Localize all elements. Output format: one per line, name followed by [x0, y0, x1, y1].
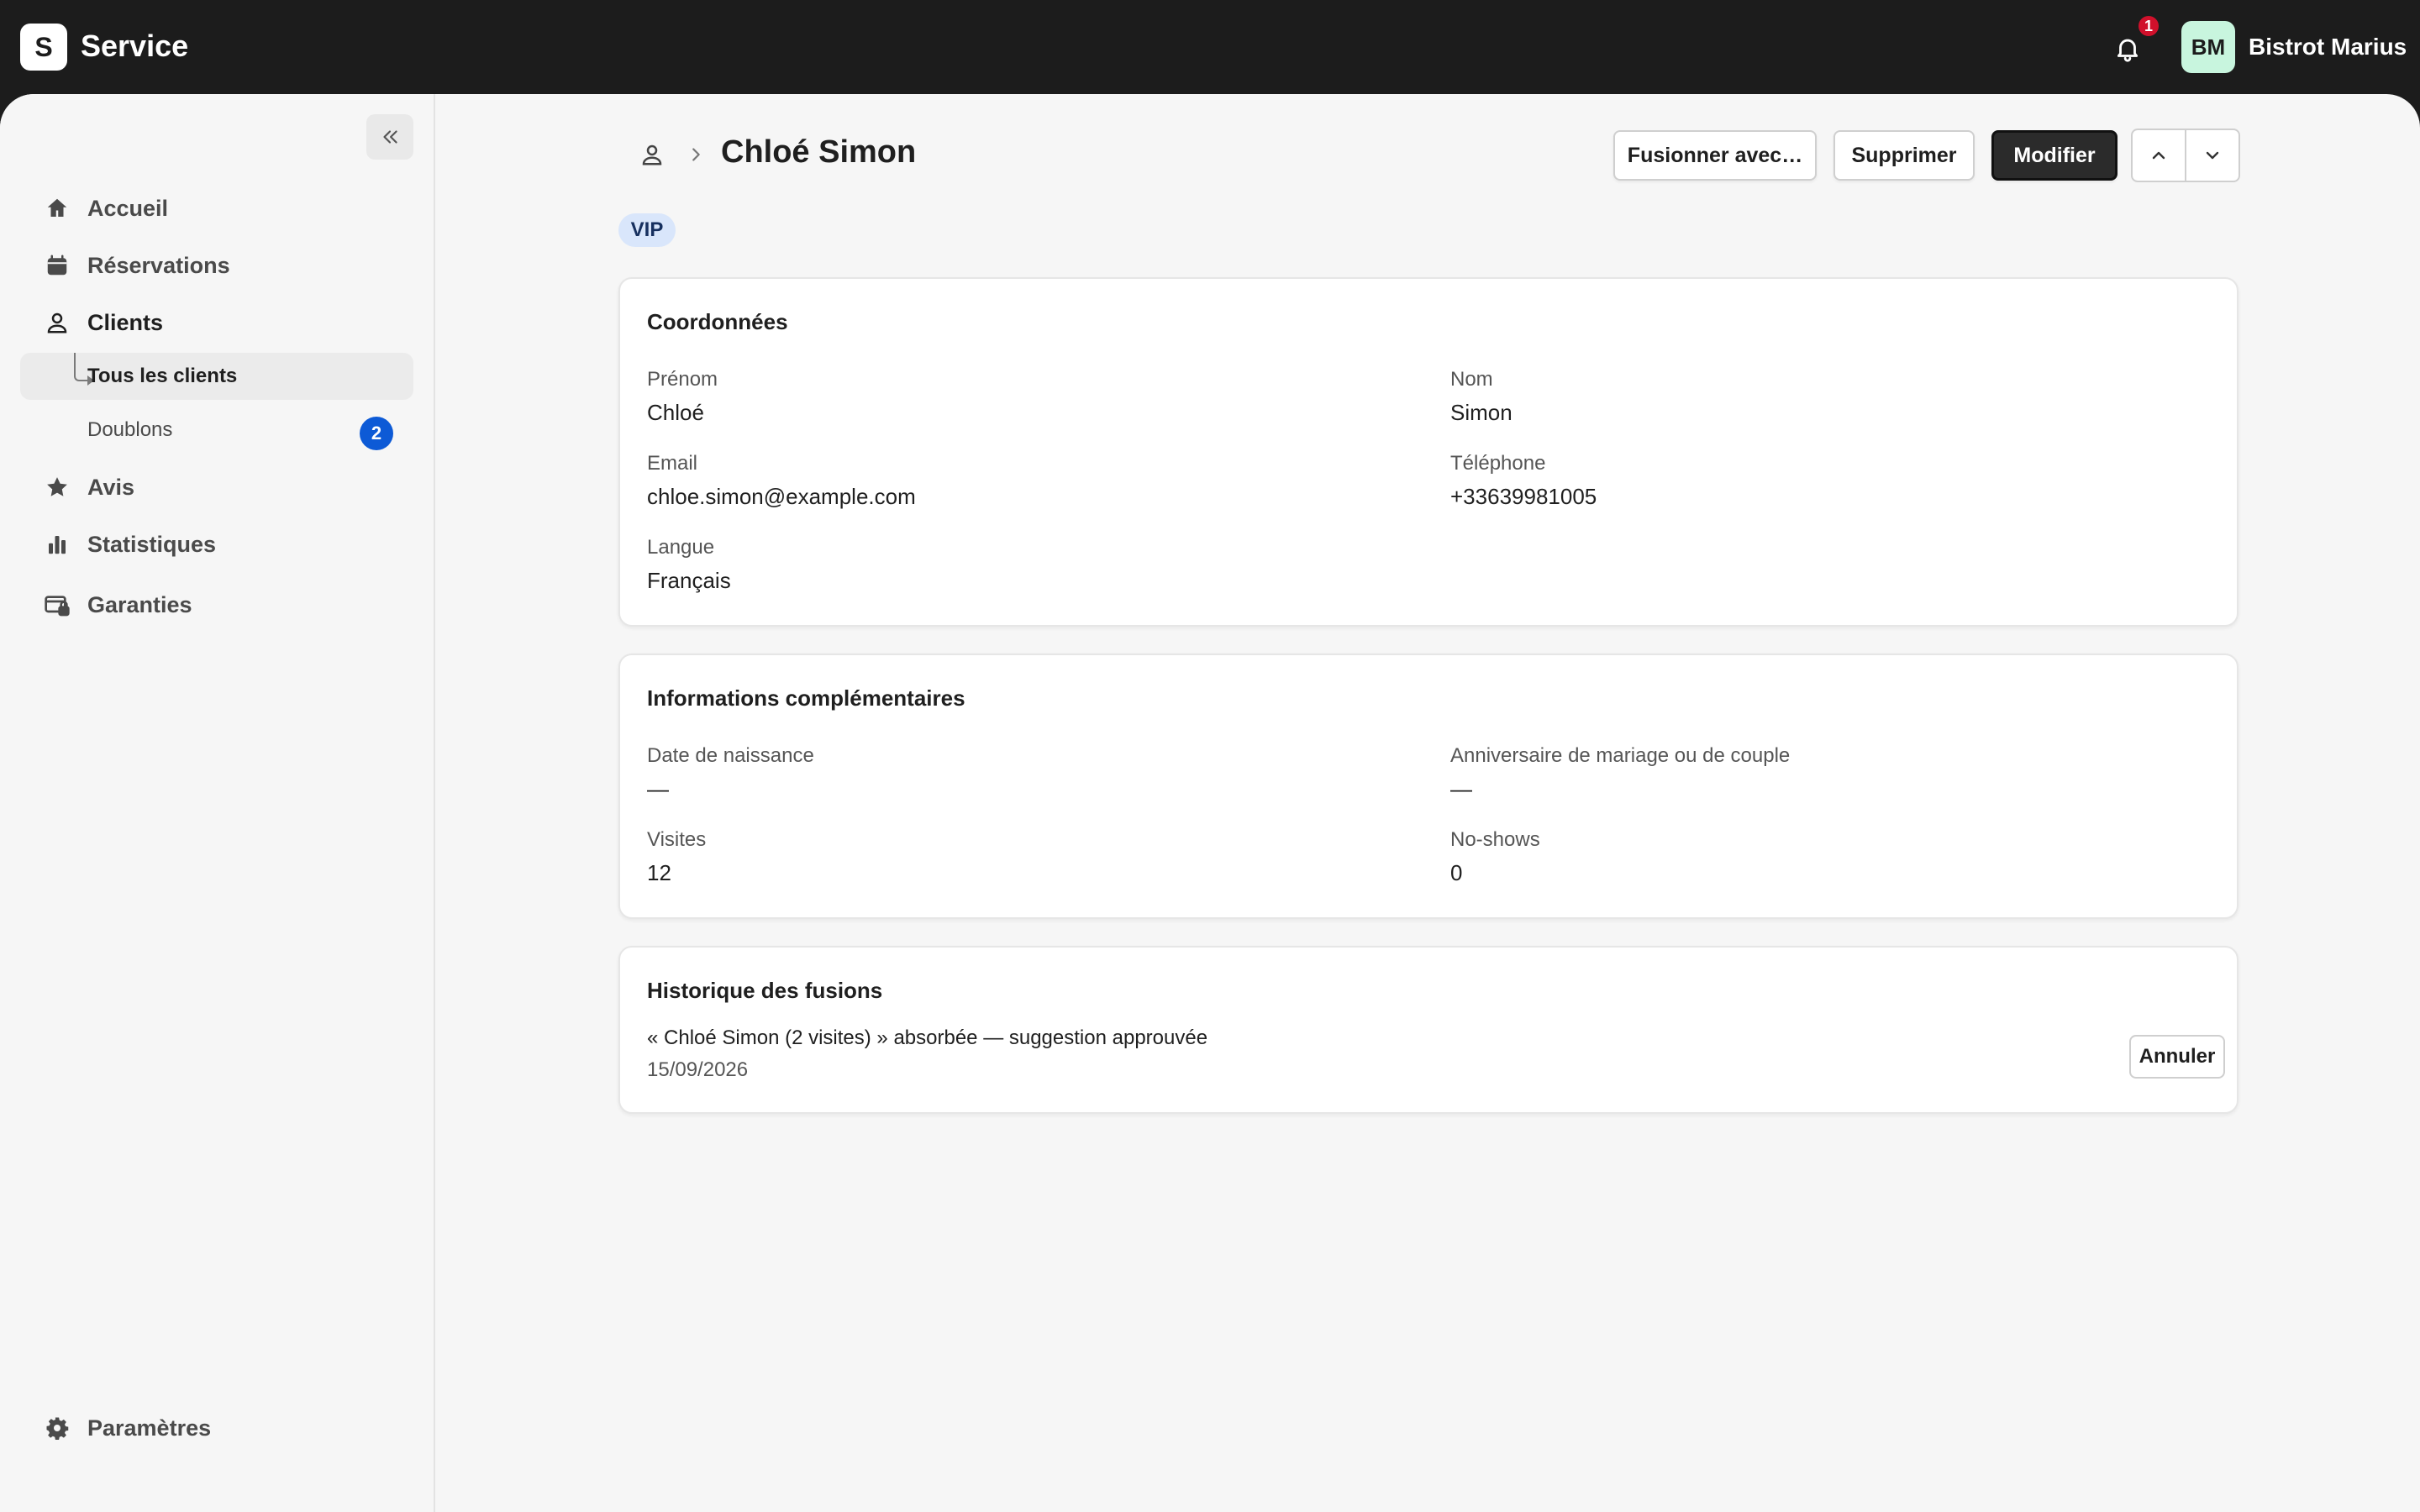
avatar[interactable]: BM	[2181, 21, 2235, 73]
sidebar-item-accueil[interactable]: Accueil	[20, 185, 413, 232]
card-title: Informations complémentaires	[647, 685, 965, 711]
sidebar-item-label: Garanties	[87, 591, 192, 617]
sidebar-item-parametres[interactable]: Paramètres	[20, 1404, 413, 1452]
app-shell: Accueil Réservations Clients Tous les cl…	[0, 94, 2420, 1512]
sidebar-item-label: Réservations	[87, 252, 230, 278]
phone-label: Téléphone	[1450, 452, 1546, 475]
user-name[interactable]: Bistrot Marius	[2249, 34, 2407, 60]
sidebar: Accueil Réservations Clients Tous les cl…	[0, 94, 435, 1512]
first-name-value: Chloé	[647, 400, 704, 425]
noshows-value: 0	[1450, 860, 1463, 885]
language-value: Français	[647, 568, 731, 593]
home-icon	[39, 190, 76, 227]
edit-button[interactable]: Modifier	[1991, 130, 2118, 181]
top-bar: S Service 1 BM Bistrot Marius	[0, 0, 2420, 94]
card-lock-icon	[39, 586, 76, 623]
additional-info-card: Informations complémentaires Date de nai…	[618, 654, 2238, 919]
chevron-up-icon	[2152, 151, 2165, 160]
email-value[interactable]: chloe.simon@example.com	[647, 484, 916, 510]
gear-icon	[39, 1410, 76, 1446]
undo-merge-button[interactable]: Annuler	[2129, 1035, 2225, 1079]
visits-label: Visites	[647, 828, 707, 851]
bar-chart-icon	[39, 526, 76, 563]
vip-tag: VIP	[618, 213, 676, 247]
previous-record-button[interactable]	[2131, 129, 2186, 182]
card-title: Coordonnées	[647, 309, 788, 334]
sidebar-item-label: Accueil	[87, 195, 169, 221]
last-name-label: Nom	[1450, 368, 1493, 391]
language-label: Langue	[647, 536, 715, 559]
email-label: Email	[647, 452, 698, 475]
sidebar-item-label: Statistiques	[87, 531, 217, 557]
phone-value[interactable]: +33639981005	[1450, 484, 1597, 510]
sidebar-subitem-label: Tous les clients	[87, 365, 238, 387]
app-title: Service	[81, 29, 189, 63]
sidebar-item-statistiques[interactable]: Statistiques	[20, 521, 413, 568]
person-icon[interactable]	[635, 138, 669, 171]
merge-history-entry: « Chloé Simon (2 visites) » absorbée — s…	[647, 1026, 1208, 1049]
collapse-sidebar-button[interactable]	[366, 114, 413, 160]
anniversary-value: —	[1450, 776, 1472, 801]
page-title: Chloé Simon	[721, 134, 917, 170]
first-name-label: Prénom	[647, 368, 718, 391]
calendar-icon	[39, 247, 76, 284]
sidebar-item-clients[interactable]: Clients	[20, 299, 413, 346]
chevron-right-icon	[681, 139, 711, 170]
duplicates-count-badge: 2	[360, 417, 393, 450]
star-icon	[39, 469, 76, 506]
sidebar-item-garanties[interactable]: Garanties	[20, 581, 413, 628]
contact-card: Coordonnées Prénom Chloé Nom Simon Email…	[618, 277, 2238, 627]
last-name-value: Simon	[1450, 400, 1512, 425]
sidebar-item-avis[interactable]: Avis	[20, 464, 413, 511]
person-icon	[39, 304, 76, 341]
card-title: Historique des fusions	[647, 978, 883, 1003]
notification-badge: 1	[2136, 13, 2161, 39]
app-logo[interactable]: S	[20, 24, 67, 71]
main-content: Chloé Simon Fusionner avec… Supprimer Mo…	[437, 94, 2420, 1512]
noshows-label: No-shows	[1450, 828, 1540, 851]
sidebar-subitem-all-clients[interactable]: Tous les clients	[20, 353, 413, 400]
merge-button[interactable]: Fusionner avec…	[1613, 130, 1817, 181]
merge-history-date: 15/09/2026	[647, 1058, 749, 1081]
sidebar-subitem-label: Doublons	[87, 418, 173, 441]
sidebar-item-label: Avis	[87, 474, 135, 500]
sidebar-item-label: Clients	[87, 309, 164, 335]
anniversary-label: Anniversaire de mariage ou de couple	[1450, 744, 1791, 767]
visits-value: 12	[647, 860, 671, 885]
merge-history-card: Historique des fusions « Chloé Simon (2 …	[618, 946, 2238, 1114]
delete-button[interactable]: Supprimer	[1833, 130, 1975, 181]
sidebar-item-label: Paramètres	[87, 1415, 212, 1441]
sidebar-subitem-duplicates[interactable]: Doublons 2	[20, 407, 413, 454]
double-chevron-left-icon	[383, 130, 397, 144]
birthday-value: —	[647, 776, 669, 801]
sidebar-item-reservations[interactable]: Réservations	[20, 242, 413, 289]
next-record-button[interactable]	[2185, 129, 2240, 182]
birthday-label: Date de naissance	[647, 744, 814, 767]
chevron-down-icon	[2206, 151, 2219, 160]
